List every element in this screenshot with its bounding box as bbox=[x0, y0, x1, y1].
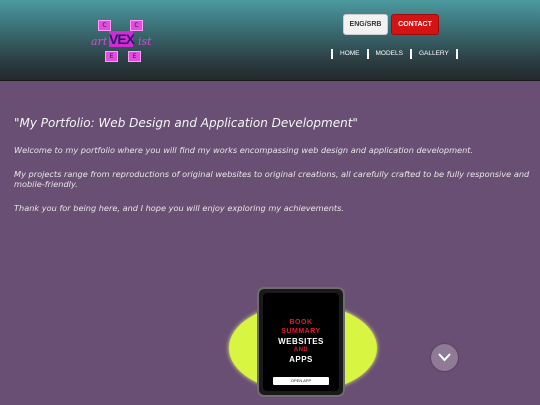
phone-screen: BOOK SUMMARY WEBSITES AND APPS OPEN APP bbox=[263, 293, 339, 391]
promo-phone-card[interactable]: BOOK SUMMARY WEBSITES AND APPS OPEN APP bbox=[257, 287, 345, 397]
promo-line: APPS bbox=[289, 355, 313, 364]
promo-line: WEBSITES bbox=[278, 337, 324, 346]
intro-section: "My Portfolio: Web Design and Applicatio… bbox=[14, 116, 530, 227]
contact-button[interactable]: CONTACT bbox=[391, 14, 439, 35]
logo-text-right: ist bbox=[138, 35, 152, 48]
scroll-down-button[interactable] bbox=[431, 344, 458, 371]
promo-line: SUMMARY bbox=[281, 328, 321, 335]
logo-mark: VEX bbox=[109, 31, 135, 47]
open-app-button[interactable]: OPEN APP bbox=[273, 377, 329, 385]
logo-square: E bbox=[128, 51, 141, 62]
site-header: C C art ist VEX E E ENG/SRB CONTACT HOME… bbox=[0, 0, 540, 81]
chevron-down-icon bbox=[438, 353, 451, 362]
promo-line: AND bbox=[293, 347, 309, 353]
logo-square: C bbox=[98, 20, 111, 31]
main-nav: HOME MODELS GALLERY bbox=[331, 48, 458, 59]
intro-paragraph: Welcome to my portfolio where you will f… bbox=[14, 145, 474, 155]
logo-square: E bbox=[105, 51, 118, 62]
nav-item-home[interactable]: HOME bbox=[333, 48, 367, 59]
page-title: "My Portfolio: Web Design and Applicatio… bbox=[14, 116, 358, 130]
intro-paragraph: Thank you for being here, and I hope you… bbox=[14, 203, 344, 213]
logo-square: C bbox=[130, 20, 143, 31]
nav-item-gallery[interactable]: GALLERY bbox=[412, 48, 456, 59]
promo-line: BOOK bbox=[289, 319, 313, 326]
intro-paragraph: My projects range from reproductions of … bbox=[14, 169, 530, 189]
site-logo[interactable]: C C art ist VEX E E bbox=[88, 14, 158, 66]
language-toggle-button[interactable]: ENG/SRB bbox=[343, 14, 388, 35]
logo-text-left: art bbox=[91, 35, 108, 48]
nav-item-models[interactable]: MODELS bbox=[369, 48, 410, 59]
nav-separator bbox=[455, 48, 458, 59]
